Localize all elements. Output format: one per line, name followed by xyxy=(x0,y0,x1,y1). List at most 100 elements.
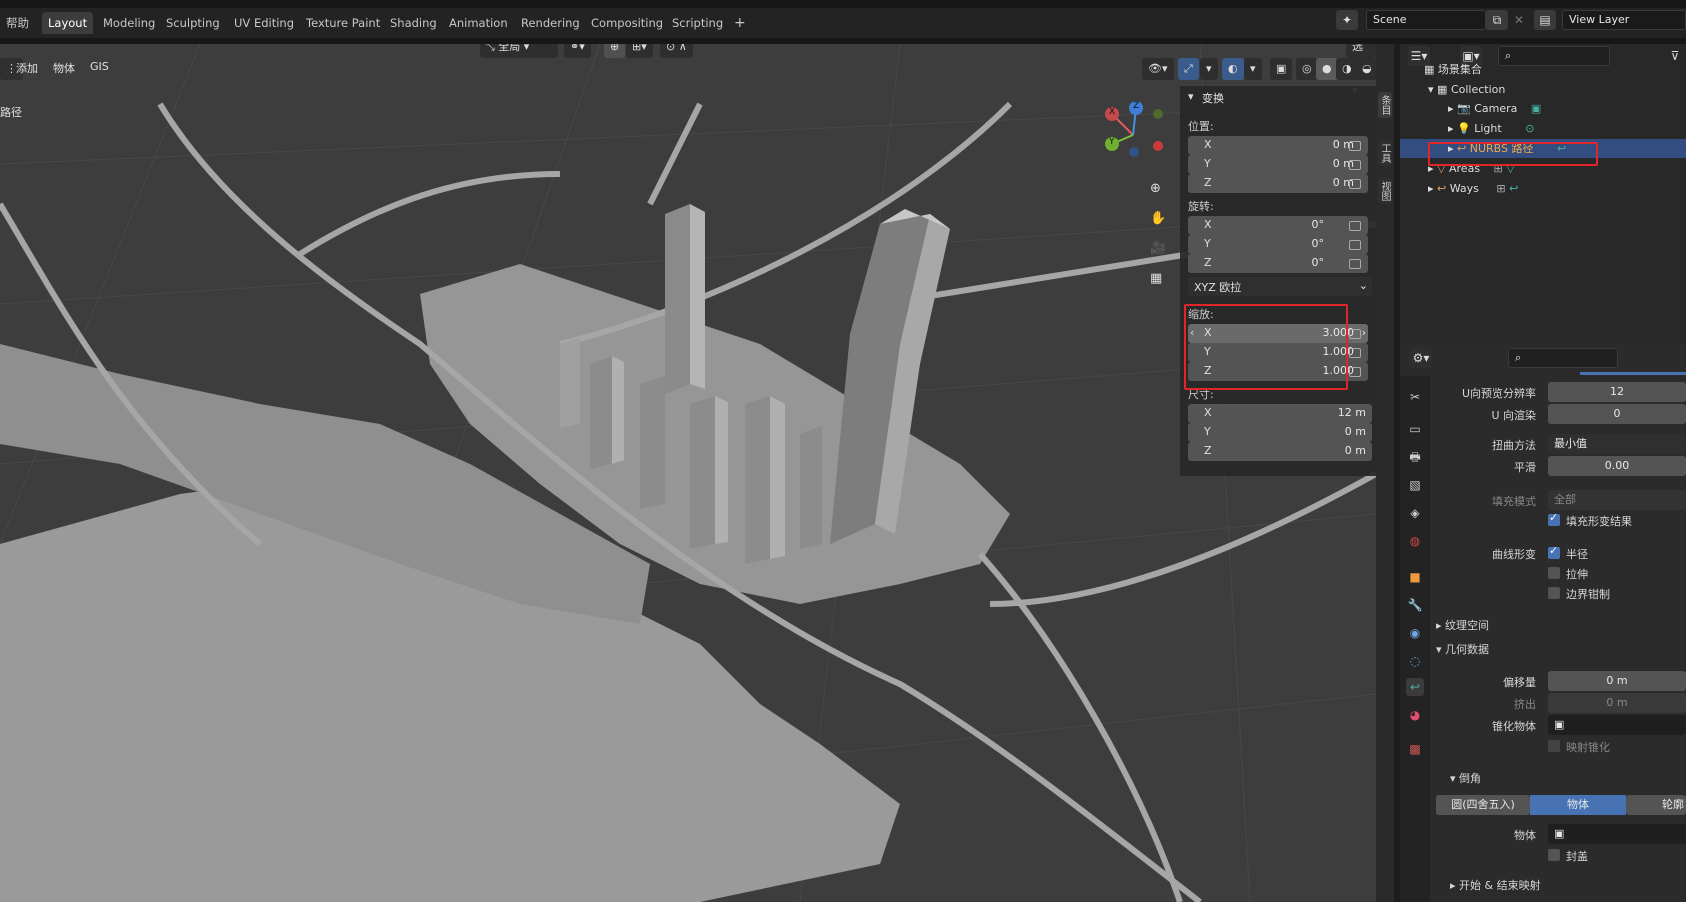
object-tab-icon[interactable]: ■ xyxy=(1406,568,1424,586)
tab-compositing[interactable]: Compositing xyxy=(585,12,669,34)
particles-tab-icon[interactable]: ◉ xyxy=(1406,624,1424,642)
xray-toggle-icon[interactable]: ▣ xyxy=(1270,58,1293,80)
bevel-mode-round[interactable]: 圆(四舍五入) xyxy=(1436,795,1530,815)
offset-field[interactable]: 0 m xyxy=(1548,671,1686,691)
smooth-field[interactable]: 0.00 xyxy=(1548,456,1686,476)
rotation-mode-dropdown[interactable]: XYZ 欧拉 ⌄ xyxy=(1188,277,1372,296)
stretch-checkbox[interactable] xyxy=(1548,567,1560,579)
location-z-field[interactable]: Z0 m xyxy=(1188,174,1368,193)
tab-rendering[interactable]: Rendering xyxy=(515,12,586,34)
add-menu[interactable]: 添加 xyxy=(16,60,38,76)
tab-shading[interactable]: Shading xyxy=(384,12,443,34)
view-layer-tab-icon[interactable]: ▧ xyxy=(1406,476,1424,494)
dimension-z-field[interactable]: Z 0 m xyxy=(1188,442,1372,461)
tab-texture-paint[interactable]: Texture Paint xyxy=(300,12,386,34)
taper-object-field[interactable]: ▣ xyxy=(1548,715,1686,735)
lock-icon[interactable] xyxy=(1349,240,1361,250)
output-tab-icon[interactable]: 🖶 xyxy=(1406,448,1424,466)
camera-view-icon[interactable]: 🎥 xyxy=(1144,238,1172,260)
render-tab-icon[interactable]: ▭ xyxy=(1406,420,1424,438)
scene-collection-row[interactable]: ▦ 场景集合 xyxy=(1400,60,1686,79)
location-x-field[interactable]: X0 m xyxy=(1188,136,1368,155)
tab-tool[interactable]: 工具 xyxy=(1378,140,1392,166)
3d-viewport[interactable]: ⋮ 添加 物体 GIS 路径 ⤡ 全局 ▾ ⚭▾ ⊕ ⊞▾ ⊙ ∧ 选项 ▾ 👁… xyxy=(0,44,1376,902)
map-taper-checkbox[interactable] xyxy=(1548,740,1560,752)
start-end-panel-header[interactable]: ▸ 开始 & 结束映射 xyxy=(1450,877,1541,893)
scene-selector-icon[interactable]: ✦ xyxy=(1336,10,1358,30)
lock-icon[interactable] xyxy=(1349,329,1361,339)
ortho-grid-icon[interactable]: ▦ xyxy=(1144,268,1168,290)
bevel-mode-object[interactable]: 物体 xyxy=(1530,795,1626,815)
rotation-z-field[interactable]: Z 0° xyxy=(1188,254,1368,273)
material-tab-icon[interactable]: ◕ xyxy=(1406,706,1424,724)
object-menu[interactable]: 物体 xyxy=(53,60,75,76)
overlay-dropdown-icon[interactable]: ▾ xyxy=(1244,58,1262,80)
rotation-x-field[interactable]: X 0° xyxy=(1188,216,1368,235)
scale-x-field[interactable]: ‹ X 3.000 › xyxy=(1188,324,1368,343)
scene-tab-icon[interactable]: ◈ xyxy=(1406,504,1424,522)
collapse-arrow-icon[interactable]: ▾ xyxy=(1188,90,1194,103)
lock-icon[interactable] xyxy=(1349,221,1361,231)
tab-view[interactable]: 视图 xyxy=(1378,178,1392,204)
tab-uv-editing[interactable]: UV Editing xyxy=(228,12,300,34)
material-shading-icon[interactable]: ◑ xyxy=(1336,58,1358,80)
lock-icon[interactable] xyxy=(1349,367,1361,377)
snap-toggle-icon[interactable]: ⊕ xyxy=(604,44,626,58)
fill-mode-dropdown[interactable]: 全部 xyxy=(1548,490,1686,510)
view-object-types-icon[interactable]: 👁▾ xyxy=(1142,58,1174,80)
snap-target-icon[interactable]: ⊞▾ xyxy=(626,44,653,58)
tab-animation[interactable]: Animation xyxy=(443,12,514,34)
radius-checkbox[interactable] xyxy=(1548,544,1560,559)
geometry-panel-header[interactable]: ▾ 几何数据 xyxy=(1436,641,1489,657)
bevel-mode-profile[interactable]: 轮廓 xyxy=(1626,795,1686,815)
add-workspace-button[interactable]: + xyxy=(728,12,752,34)
gizmo-toggle-icon[interactable]: ⤢ xyxy=(1178,58,1199,80)
dimension-y-field[interactable]: Y 0 m xyxy=(1188,423,1372,442)
rendered-shading-icon[interactable]: ◒ xyxy=(1356,58,1376,80)
expand-arrow-icon[interactable]: ▸ xyxy=(1448,142,1454,155)
physics-tab-icon[interactable]: ◌ xyxy=(1406,652,1424,670)
tab-modeling[interactable]: Modeling xyxy=(97,12,161,34)
extrude-field[interactable]: 0 m xyxy=(1548,693,1686,713)
lock-icon[interactable] xyxy=(1349,160,1361,170)
twist-method-dropdown[interactable]: 最小值 xyxy=(1548,434,1686,454)
tab-sculpting[interactable]: Sculpting xyxy=(160,12,226,34)
fill-caps-checkbox[interactable] xyxy=(1548,849,1560,861)
expand-arrow-icon[interactable]: ▸ xyxy=(1448,122,1454,135)
transform-orientation-dropdown[interactable]: ⤡ 全局 ▾ xyxy=(480,44,558,58)
u-render-field[interactable]: 0 xyxy=(1548,404,1686,424)
lock-icon[interactable] xyxy=(1349,141,1361,151)
pivot-point-icon[interactable]: ⚭▾ xyxy=(564,44,591,58)
options-dropdown[interactable]: 选项 ▾ xyxy=(1346,44,1376,97)
scale-z-field[interactable]: Z 1.000 xyxy=(1188,362,1368,381)
curve-data-tab-icon[interactable]: ↩ xyxy=(1406,678,1424,696)
scene-field[interactable]: Scene xyxy=(1366,10,1486,30)
expand-arrow-icon[interactable]: ▸ xyxy=(1448,102,1454,115)
gizmo-dropdown-icon[interactable]: ▾ xyxy=(1200,58,1218,80)
fill-deform-checkbox[interactable] xyxy=(1548,511,1560,526)
lock-icon[interactable] xyxy=(1349,259,1361,269)
solid-shading-icon[interactable]: ● xyxy=(1316,58,1338,80)
overlay-toggle-icon[interactable]: ◐ xyxy=(1222,58,1244,80)
tool-tab-icon[interactable]: ✂ xyxy=(1406,388,1424,406)
wireframe-shading-icon[interactable]: ◎ xyxy=(1296,58,1318,80)
gis-menu[interactable]: GIS xyxy=(90,60,109,73)
texture-space-panel-header[interactable]: ▸ 纹理空间 xyxy=(1436,617,1489,633)
delete-scene-icon[interactable]: ✕ xyxy=(1508,10,1530,30)
increment-arrow-icon[interactable]: › xyxy=(1362,326,1366,339)
u-preview-field[interactable]: 12 xyxy=(1548,382,1686,402)
expand-arrow-icon[interactable]: ▾ xyxy=(1428,83,1434,96)
pan-hand-icon[interactable]: ✋ xyxy=(1144,208,1172,230)
bounds-clamp-checkbox[interactable] xyxy=(1548,587,1560,599)
proportional-edit-icon[interactable]: ⊙ ∧ xyxy=(660,44,693,58)
tab-layout[interactable]: Layout xyxy=(42,12,94,34)
dimension-x-field[interactable]: X 12 m xyxy=(1188,404,1372,423)
nurbs-path-row[interactable]: ▸ ↩ NURBS 路径 ↩ xyxy=(1400,139,1686,158)
lock-icon[interactable] xyxy=(1349,179,1361,189)
view-layer-field[interactable]: View Layer xyxy=(1562,10,1686,30)
navigation-gizmo[interactable]: X Z Y xyxy=(1098,100,1168,170)
expand-arrow-icon[interactable]: ▸ xyxy=(1428,182,1434,195)
new-scene-icon[interactable]: ⧉ xyxy=(1486,10,1508,30)
light-row[interactable]: ▸ 💡 Light ⊙ xyxy=(1400,119,1686,138)
bevel-panel-header[interactable]: ▾ 倒角 xyxy=(1450,770,1481,786)
